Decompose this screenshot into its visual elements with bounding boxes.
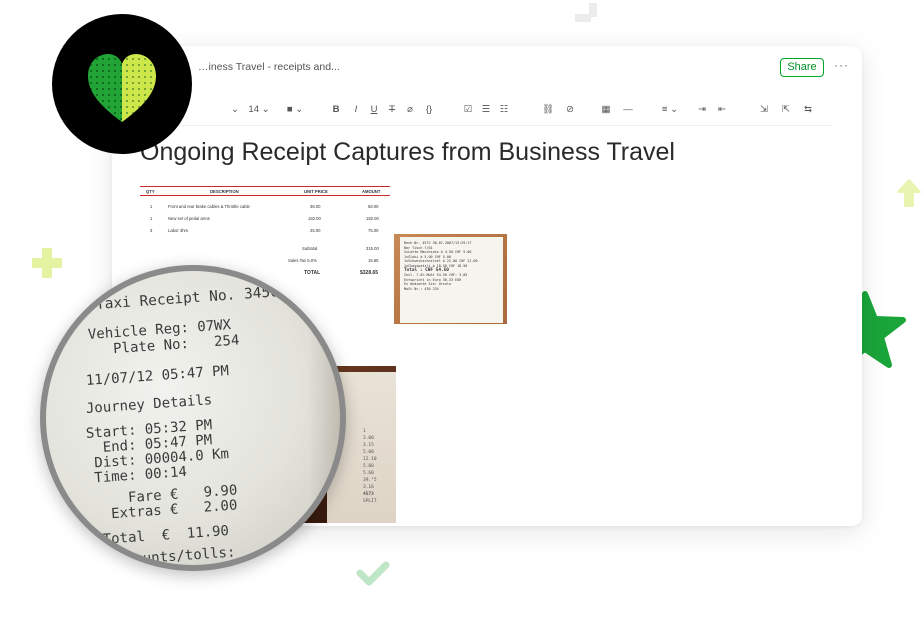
link-icon[interactable]: ⛓ [542,102,554,118]
clear-formatting-icon[interactable]: ⇆ [802,102,814,118]
receipt-line: 1 [363,429,366,434]
invoice-row-unit-price: 38.00 [310,204,321,209]
outdent-icon[interactable]: ⇤ [716,102,728,118]
text-color-select[interactable]: ■ ⌄ [282,102,308,118]
receipt-line: 39.°5 [363,478,377,483]
receipt-line: Journey Details [85,392,213,417]
invoice-subtotal-label: Subtotal [302,246,318,251]
receipt-photo[interactable]: Rech.Nr. 4572 30.07.2007/13:29:17 Bar Ti… [394,234,507,324]
invoice-row-qty: 1 [150,216,153,221]
receipt-line: Taxi Receipt No. 34567 [95,283,289,313]
invoice-header-description: DESCRIPTION [210,189,239,194]
decorative-step-shape [589,3,597,17]
invoice-row-unit-price: 25.00 [310,228,321,233]
invoice-row-amount: 58.00 [368,204,379,209]
receipt-line: 5.60 [363,471,374,476]
subscript-icon[interactable]: ⇲ [758,102,770,118]
strikethrough-button[interactable]: T [386,102,398,118]
arrow-up-icon [897,179,921,207]
receipt-line: 3.00 [363,436,374,441]
magnified-receipt-lens: Taxi Receipt No. 34567 Vehicle Reg: 07WX… [40,265,346,571]
numbered-list-icon[interactable]: ☷ [498,102,510,118]
receipt-total-line: Total € 11.90 [85,523,230,549]
toolbar-divider [132,125,832,126]
invoice-total-label: TOTAL [304,270,321,276]
receipt-line: 4573 [363,492,374,497]
code-icon[interactable]: {} [422,102,436,118]
invoice-header-row: QTY DESCRIPTION UNIT PRICE AMOUNT [140,186,390,196]
bold-button[interactable]: B [330,102,342,118]
invoice-row-amount: 75.00 [368,228,379,233]
invoice-total: $328.65 [360,270,379,276]
receipt-line: 11/07/12 05:47 PM [85,363,230,389]
invoice-subtotal: 315.00 [366,246,379,251]
formatting-toolbar: ⌄ 14 ⌄ ■ ⌄ B I U T ⌀ {} ☑ ☰ ☷ ⛓ ⊘ ▦ — ≡ … [112,98,862,124]
receipt-line: 5.00 [363,464,374,469]
receipt-line: SPLIT [363,499,377,504]
note-titlebar: …iness Travel - receipts and... Share ··… [112,46,862,88]
receipt-line: 12.10 [363,457,377,462]
magnified-taxi-receipt: Taxi Receipt No. 34567 Vehicle Reg: 07WX… [46,271,340,565]
indent-icon[interactable]: ⇥ [696,102,708,118]
invoice-row-amount: 182.00 [366,216,379,221]
bulleted-list-icon[interactable]: ☰ [480,102,492,118]
superscript-icon[interactable]: ⇱ [780,102,792,118]
align-select[interactable]: ≡ ⌄ [658,102,682,118]
italic-button[interactable]: I [350,102,362,118]
heart-logo-icon [52,14,192,154]
checklist-icon[interactable]: ☑ [462,102,474,118]
invoice-header-unit-price: UNIT PRICE [304,189,328,194]
invoice-row-unit-price: 182.00 [308,216,321,221]
invoice-row-description: Labor 3hrs [168,228,189,233]
invoice-row-qty: 1 [150,204,153,209]
note-title[interactable]: …iness Travel - receipts and... [198,61,340,73]
share-button[interactable]: Share [780,58,824,77]
receipt-paper: Rech.Nr. 4572 30.07.2007/13:29:17 Bar Ti… [400,237,503,323]
photo-shadow [308,331,340,565]
check-icon [356,561,390,586]
invoice-tax-label: Sales Tax 5.0% [288,258,317,263]
font-size-select[interactable]: 14 ⌄ [246,102,272,118]
invoice-tax: 15.65 [368,258,379,263]
highlight-icon[interactable]: ⌀ [404,102,416,118]
plus-icon [32,248,62,278]
note-heading[interactable]: Ongoing Receipt Captures from Business T… [140,138,675,167]
receipt-line: 3.16 [363,485,374,490]
divider-icon[interactable]: — [622,102,634,118]
invoice-row-qty: 3 [150,228,153,233]
table-icon[interactable]: ▦ [600,102,612,118]
receipt-line: MwSt Nr.: 430 234 [404,286,439,291]
more-options-button[interactable]: ··· [834,58,849,72]
invoice-row-description: Front and rear brake cables & Throttle c… [168,204,250,209]
underline-button[interactable]: U [368,102,380,118]
receipt-line: 5.00 [363,450,374,455]
attachment-icon[interactable]: ⊘ [564,102,576,118]
receipt-line: 3.15 [363,443,374,448]
invoice-row-description: New set of pedal arms [168,216,210,221]
invoice-header-amount: AMOUNT [362,189,381,194]
invoice-header-qty: QTY [146,189,155,194]
font-dropdown-chevron-icon[interactable]: ⌄ [230,102,240,118]
